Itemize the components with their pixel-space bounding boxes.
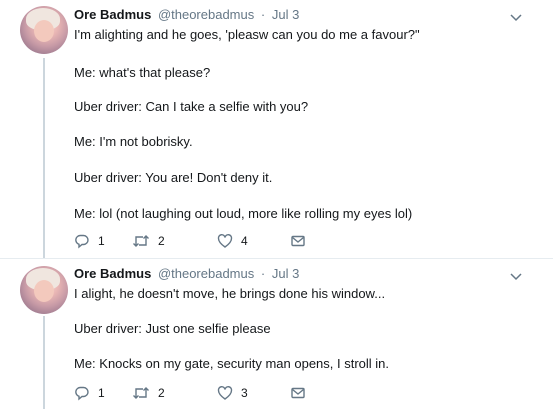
retweet-count: 2 [158,234,165,248]
tweet-text-line: Me: I'm not bobrisky. [74,134,193,149]
retweet-count: 2 [158,386,165,400]
reply-count: 1 [98,386,105,400]
like-count: 3 [241,386,248,400]
tweet-text-line: I alight, he doesn't move, he brings don… [74,286,386,301]
tweet-text-line: Uber driver: Can I take a selfie with yo… [74,99,309,114]
retweet-icon [132,385,150,401]
tweet-text-line: Uber driver: You are! Don't deny it. [74,170,273,185]
author-handle[interactable]: @theorebadmus [158,266,254,281]
author-handle[interactable]: @theorebadmus [158,7,254,22]
avatar[interactable] [20,6,68,54]
retweet-button[interactable]: 2 [132,383,165,403]
reply-count: 1 [98,234,105,248]
tweet-timestamp[interactable]: Jul 3 [272,7,299,22]
header-separator: · [260,7,266,22]
chevron-down-icon[interactable] [509,10,523,24]
dm-button[interactable] [290,231,306,251]
tweet[interactable]: Ore Badmus @theorebadmus · Jul 3 I'm ali… [0,0,553,258]
like-icon [217,385,233,401]
tweet[interactable]: Ore Badmus @theorebadmus · Jul 3 I aligh… [0,258,553,409]
author-name[interactable]: Ore Badmus [74,266,151,281]
retweet-button[interactable]: 2 [132,231,165,251]
like-button[interactable]: 3 [217,383,248,403]
like-count: 4 [241,234,248,248]
tweet-header: Ore Badmus @theorebadmus · Jul 3 [74,6,299,24]
thread-line [43,58,45,258]
thread-line [43,316,45,409]
dm-icon [290,385,306,401]
reply-button[interactable]: 1 [74,231,105,251]
dm-icon [290,233,306,249]
avatar[interactable] [20,266,68,314]
tweet-text-line: Me: Knocks on my gate, security man open… [74,356,390,371]
like-button[interactable]: 4 [217,231,248,251]
tweet-text-line: I'm alighting and he goes, 'pleasw can y… [74,27,420,42]
header-separator: · [260,266,266,281]
retweet-icon [132,233,150,249]
like-icon [217,233,233,249]
avatar-face [34,280,54,302]
tweet-header: Ore Badmus @theorebadmus · Jul 3 [74,265,299,283]
author-name[interactable]: Ore Badmus [74,7,151,22]
dm-button[interactable] [290,383,306,403]
reply-icon [74,385,90,401]
tweet-text-line: Me: what's that please? [74,65,211,80]
tweet-text-line: Uber driver: Just one selfie please [74,321,271,336]
tweet-text-line: Me: lol (not laughing out loud, more lik… [74,206,413,221]
tweet-timestamp[interactable]: Jul 3 [272,266,299,281]
reply-button[interactable]: 1 [74,383,105,403]
reply-icon [74,233,90,249]
avatar-face [34,20,54,42]
chevron-down-icon[interactable] [509,269,523,283]
